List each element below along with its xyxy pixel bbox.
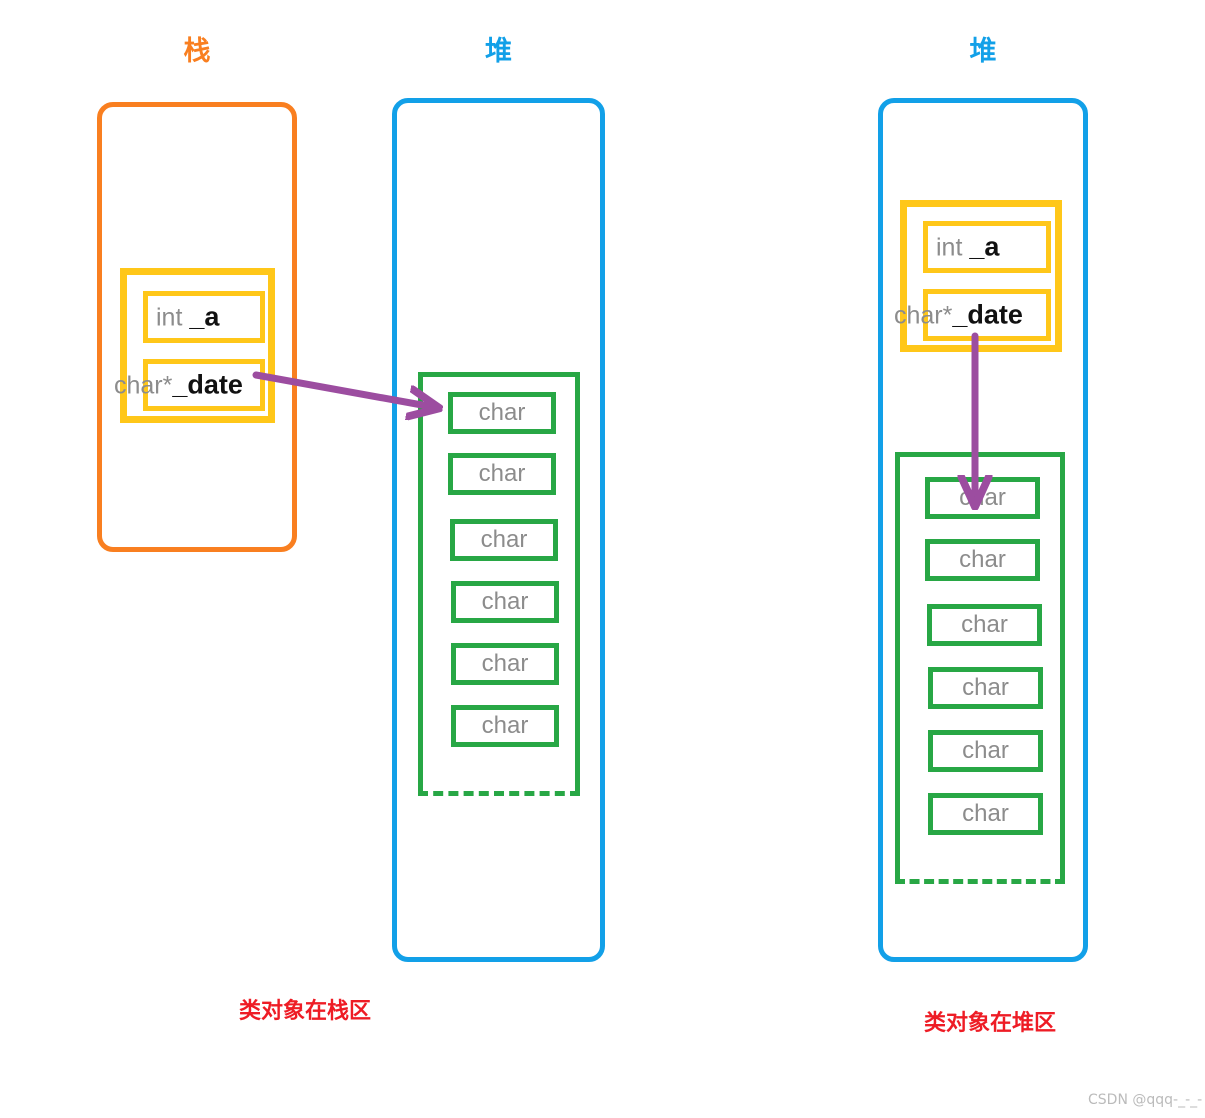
right-member-int-a-label: int _a [936,231,1000,262]
right-heap-object-box: int _a char*_date [894,200,1062,352]
right-member-char-date: char*_date [894,289,1051,341]
left-stack-heading: 栈 [183,36,211,66]
left-char-cell-3: char [451,581,559,623]
right-caption: 类对象在堆区 [923,1010,1056,1035]
diagram-canvas: 栈 int _a char*_date 堆 char char char cha… [0,0,1205,1118]
right-char-cell-3: char [928,667,1043,709]
right-member-char-date-type: char* [894,301,953,330]
right-member-int-a-type: int [936,233,970,262]
right-char-cell-5: char [928,793,1043,835]
right-char-cell-1: char [925,539,1040,581]
right-member-int-a-name: _a [969,231,1000,262]
left-member-int-a-name: _a [189,301,220,332]
left-member-char-date-label: char*_date [114,369,243,400]
csdn-watermark: CSDN @qqq-_-_- [1088,1092,1203,1108]
left-char-cell-5: char [451,705,559,747]
left-heap-heading: 堆 [485,36,512,66]
left-member-int-a-label: int _a [156,301,220,332]
left-char-cell-1: char [448,453,556,495]
left-char-array-container: char char char char char char [418,372,580,796]
left-member-char-date-name: _date [172,369,243,400]
left-stack-object-box: int _a char*_date [114,268,275,423]
left-member-int-a: int _a [143,291,265,343]
right-member-char-date-label: char*_date [894,299,1023,330]
right-char-cell-0: char [925,477,1040,519]
right-heap-heading: 堆 [969,36,997,66]
right-char-cell-4: char [928,730,1043,772]
left-member-char-date: char*_date [114,359,265,411]
left-char-cell-2: char [450,519,558,561]
left-member-int-a-type: int [156,303,190,332]
right-char-array-container: char char char char char char [895,452,1065,884]
left-member-char-date-type: char* [114,371,173,400]
left-char-cell-0: char [448,392,556,434]
right-member-char-date-name: _date [952,299,1023,330]
right-char-cell-2: char [927,604,1042,646]
left-caption: 类对象在栈区 [238,998,371,1023]
right-member-int-a: int _a [923,221,1051,273]
left-char-cell-4: char [451,643,559,685]
